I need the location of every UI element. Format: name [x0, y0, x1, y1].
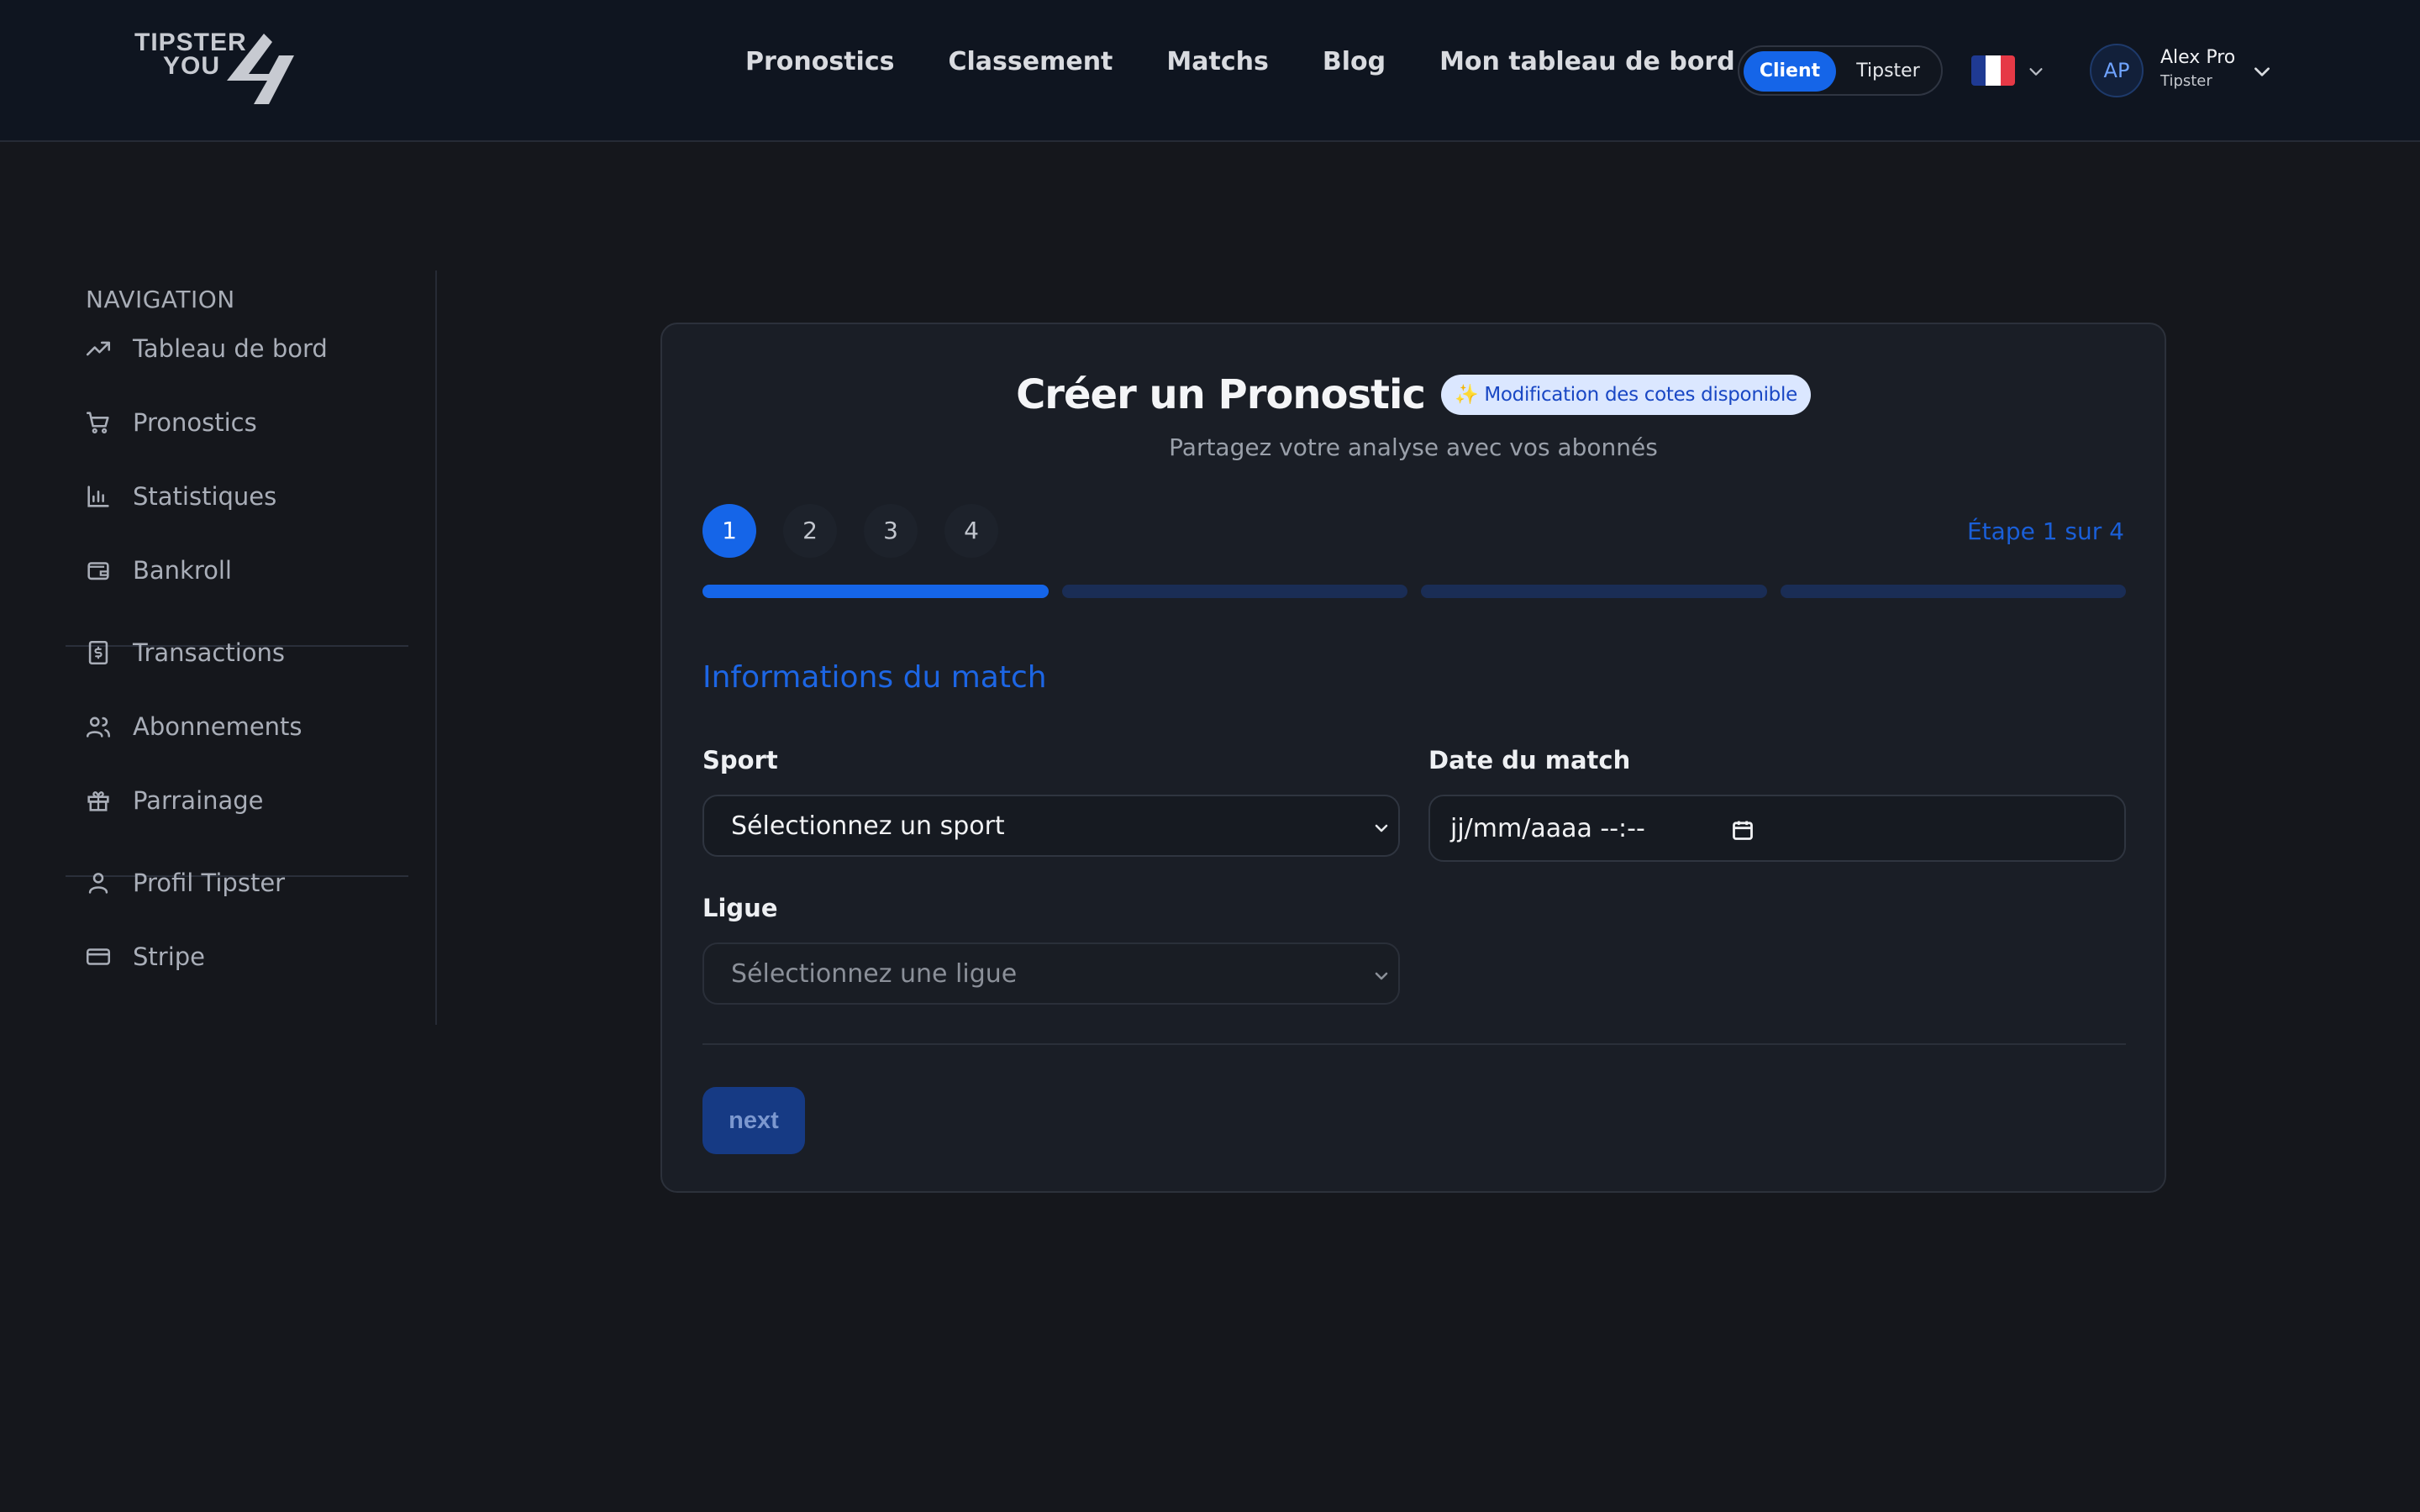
- step-3[interactable]: 3: [864, 504, 918, 558]
- card-header: Créer un Pronostic ✨ Modification des co…: [662, 371, 2165, 425]
- receipt-dollar-icon: [88, 640, 108, 665]
- section-title: Informations du match: [702, 660, 1047, 695]
- sidebar-item-label: Transactions: [133, 638, 286, 667]
- sidebar-item-stripe[interactable]: Stripe: [84, 936, 403, 978]
- progress-segment: [702, 585, 1049, 598]
- progress-segment: [1421, 585, 1767, 598]
- sidebar-item-label: Pronostics: [133, 408, 257, 437]
- sidebar-item-statistiques[interactable]: Statistiques: [84, 475, 403, 517]
- sidebar-title: NAVIGATION: [86, 286, 235, 313]
- league-select[interactable]: Sélectionnez une ligue: [702, 942, 1400, 1005]
- page-title: Créer un Pronostic: [1016, 371, 1426, 418]
- nav-classement[interactable]: Classement: [948, 44, 1113, 81]
- create-pronostic-card: Créer un Pronostic ✨ Modification des co…: [660, 323, 2166, 1193]
- chevron-down-icon: [2029, 68, 2043, 76]
- user-name: Alex Pro: [2160, 47, 2236, 68]
- tipster-you-logo[interactable]: TIPSTER YOU: [133, 30, 301, 111]
- calendar-icon[interactable]: [1731, 818, 1754, 842]
- chevron-down-icon: [1375, 824, 1388, 832]
- role-client-button[interactable]: Client: [1744, 51, 1836, 92]
- progress-segment: [1061, 585, 1407, 598]
- role-toggle: Client Tipster: [1738, 45, 1943, 96]
- sport-select-value: Sélectionnez un sport: [731, 811, 1005, 841]
- sidebar-item-abonnements[interactable]: Abonnements: [84, 706, 403, 748]
- users-icon: [86, 717, 111, 738]
- sidebar-item-label: Abonnements: [133, 712, 302, 741]
- league-label: Ligue: [702, 894, 778, 922]
- gift-icon: [87, 791, 109, 811]
- sport-label: Sport: [702, 746, 778, 774]
- date-label: Date du match: [1428, 746, 1631, 774]
- logo-4-mark-icon: [227, 34, 294, 104]
- step-2[interactable]: 2: [783, 504, 837, 558]
- sidebar-item-profil-tipster[interactable]: Profil Tipster: [84, 862, 403, 904]
- step-1[interactable]: 1: [702, 504, 756, 558]
- user-menu[interactable]: AP Alex Pro Tipster: [2090, 42, 2275, 99]
- chevron-down-icon: [1375, 972, 1388, 980]
- user-icon: [88, 873, 108, 894]
- sidebar-item-label: Statistiques: [133, 482, 277, 511]
- chevron-down-icon: [2254, 67, 2270, 76]
- sidebar-item-label: Stripe: [133, 942, 206, 971]
- nav-matchs[interactable]: Matchs: [1166, 44, 1268, 81]
- form-divider: [702, 1043, 2126, 1045]
- top-header: TIPSTER YOU Pronostics Classement Matchs…: [0, 0, 2420, 142]
- sidebar-item-pronostics[interactable]: Pronostics: [84, 402, 403, 444]
- sidebar-item-label: Parrainage: [133, 786, 264, 815]
- progress-segment: [1780, 585, 2126, 598]
- date-input-value: jj/mm/aaaa --:--: [1450, 813, 1645, 843]
- credit-card-icon: [86, 948, 111, 965]
- step-progress-bar: [702, 585, 2126, 598]
- bar-chart-icon: [87, 486, 109, 507]
- nav-pronostics[interactable]: Pronostics: [745, 44, 894, 81]
- avatar: AP: [2090, 44, 2144, 97]
- user-role: Tipster: [2160, 72, 2212, 90]
- sidebar-item-transactions-row[interactable]: Transactions: [84, 632, 403, 674]
- league-select-value: Sélectionnez une ligue: [731, 958, 1018, 989]
- match-date-input[interactable]: jj/mm/aaaa --:--: [1428, 795, 2126, 862]
- stepper: 1 2 3 4: [702, 504, 1025, 559]
- step-4[interactable]: 4: [944, 504, 998, 558]
- nav-blog[interactable]: Blog: [1323, 44, 1386, 81]
- main-nav: Pronostics Classement Matchs Blog Mon ta…: [745, 44, 1789, 81]
- step-counter: Étape 1 sur 4: [1966, 517, 2124, 545]
- sidebar-item-parrainage[interactable]: Parrainage: [84, 780, 403, 822]
- cart-icon: [86, 412, 109, 434]
- language-selector[interactable]: [1971, 55, 2047, 86]
- france-flag-icon: [1971, 55, 2015, 86]
- wallet-icon: [87, 562, 109, 580]
- next-button[interactable]: next: [702, 1087, 805, 1154]
- trending-up-icon: [86, 341, 111, 356]
- sidebar-item-tableau-de-bord[interactable]: Tableau de bord: [84, 328, 403, 370]
- role-tipster-button[interactable]: Tipster: [1840, 51, 1936, 92]
- sidebar-item-label: Tableau de bord: [133, 334, 328, 363]
- sport-select[interactable]: Sélectionnez un sport: [702, 795, 1400, 857]
- sidebar-item-label: Profil Tipster: [133, 869, 286, 897]
- nav-mon-tableau-de-bord[interactable]: Mon tableau de bord: [1439, 44, 1735, 81]
- odds-edit-badge: ✨ Modification des cotes disponible: [1441, 375, 1811, 415]
- sidebar: NAVIGATION Tableau de bord Pronostics St…: [0, 270, 437, 1025]
- logo-word-you: YOU: [163, 52, 221, 80]
- sidebar-item-label: Bankroll: [133, 556, 232, 585]
- sidebar-item-bankroll[interactable]: Bankroll: [84, 549, 403, 591]
- card-subtitle: Partagez votre analyse avec vos abonnés: [1169, 433, 1658, 461]
